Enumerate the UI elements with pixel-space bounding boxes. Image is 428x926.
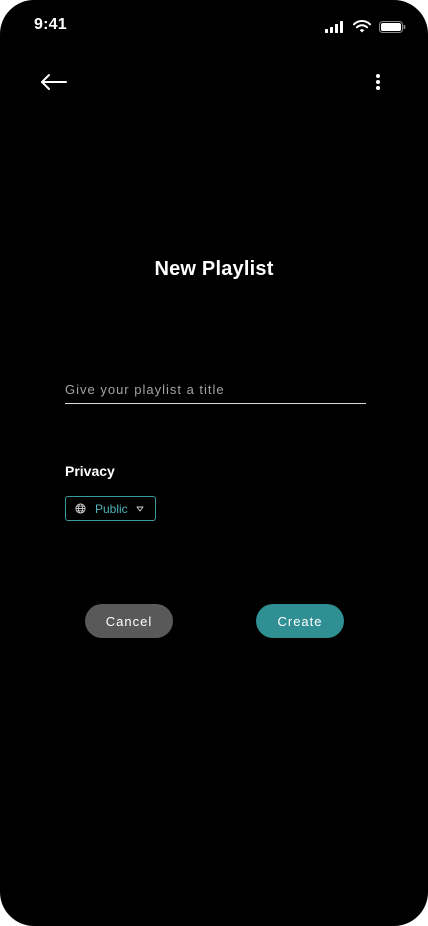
privacy-label: Privacy <box>65 463 115 479</box>
wifi-icon <box>353 20 371 33</box>
back-button[interactable] <box>38 72 70 96</box>
privacy-selected-value: Public <box>95 501 128 516</box>
create-button[interactable]: Create <box>256 604 344 638</box>
phone-screen: 9:41 New Playlist Give your playlist a t… <box>0 0 428 926</box>
cancel-button[interactable]: Cancel <box>85 604 173 638</box>
more-vertical-icon <box>375 73 381 96</box>
battery-icon <box>379 20 406 33</box>
chevron-down-icon <box>136 506 144 512</box>
status-time: 9:41 <box>34 16 67 33</box>
more-options-button[interactable] <box>368 72 388 96</box>
arrow-left-icon <box>40 73 68 96</box>
globe-icon <box>75 503 86 514</box>
cellular-signal-icon <box>325 20 345 33</box>
privacy-dropdown[interactable]: Public <box>65 496 156 521</box>
status-icons <box>325 20 406 33</box>
page-title: New Playlist <box>154 258 274 280</box>
playlist-title-input[interactable] <box>65 376 366 404</box>
